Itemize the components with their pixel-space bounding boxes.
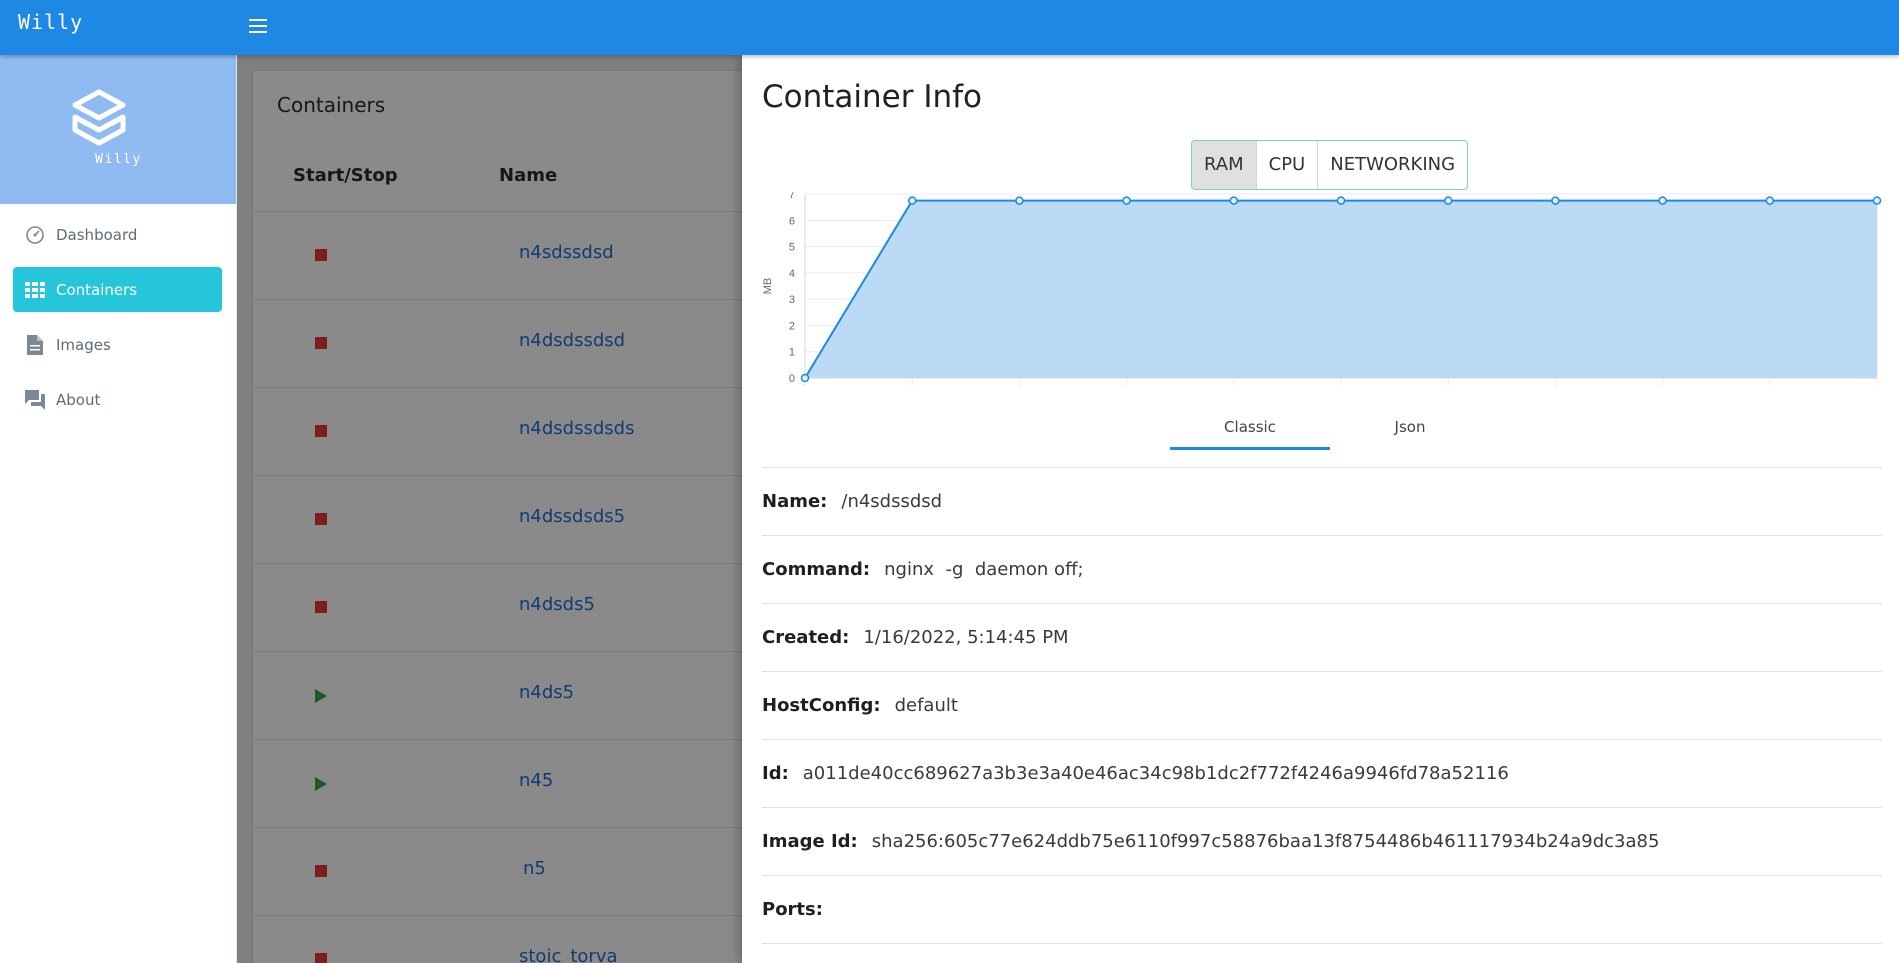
menu-icon[interactable] <box>246 14 270 38</box>
info-row-name: Name: /n4sdssdsd <box>762 468 1882 536</box>
toggle-networking[interactable]: NETWORKING <box>1318 141 1467 189</box>
sidebar-item-label: About <box>56 390 101 409</box>
data-point <box>1551 196 1560 205</box>
tab-classic[interactable]: Classic <box>1170 418 1330 450</box>
info-label: HostConfig: <box>762 695 881 716</box>
info-label: Created: <box>762 627 850 648</box>
info-value: /n4sdssdsd <box>841 491 943 512</box>
sidebar: Willy Dashboard Containers Images About <box>0 55 237 963</box>
file-icon <box>24 334 46 356</box>
y-axis-label: MB <box>762 278 774 295</box>
modal-backdrop[interactable] <box>237 55 742 963</box>
sidebar-item-about[interactable]: About <box>13 377 222 422</box>
y-tick-label: 7 <box>789 192 795 201</box>
sidebar-item-images[interactable]: Images <box>13 322 222 367</box>
info-row-created: Created: 1/16/2022, 5:14:45 PM <box>762 604 1882 672</box>
info-label: Id: <box>762 763 789 784</box>
info-label: Image Id: <box>762 831 858 852</box>
data-point <box>907 196 917 205</box>
data-point <box>1872 196 1882 205</box>
data-point <box>1015 196 1024 205</box>
data-point <box>1443 196 1453 205</box>
chat-icon <box>24 389 46 411</box>
info-value: sha256:605c77e624ddb75e6110f997c58876baa… <box>871 831 1660 852</box>
data-point <box>800 373 810 383</box>
sidebar-item-containers[interactable]: Containers <box>13 267 222 312</box>
data-point <box>1658 196 1667 205</box>
dashboard-icon <box>24 224 46 246</box>
info-label: Ports: <box>762 899 823 920</box>
info-label: Name: <box>762 491 828 512</box>
info-value: 1/16/2022, 5:14:45 PM <box>863 627 1069 648</box>
sidebar-item-label: Images <box>56 335 111 354</box>
y-tick-label: 4 <box>789 268 795 280</box>
toggle-cpu[interactable]: CPU <box>1257 141 1319 189</box>
info-value: nginx -g daemon off; <box>884 559 1084 580</box>
info-row-image-id: Image Id: sha256:605c77e624ddb75e6110f99… <box>762 808 1882 876</box>
data-point <box>1122 196 1131 205</box>
drawer-title: Container Info <box>762 79 983 115</box>
top-app-bar: Willy <box>0 0 1899 55</box>
y-tick-label: 3 <box>789 294 795 306</box>
info-row-command: Command: nginx -g daemon off; <box>762 536 1882 604</box>
info-row-hostconfig: HostConfig: default <box>762 672 1882 740</box>
sidebar-item-label: Dashboard <box>56 225 138 244</box>
series-area <box>805 200 1877 378</box>
info-value: a011de40cc689627a3b3e3a40e46ac34c98b1dc2… <box>802 763 1509 784</box>
y-tick-label: 1 <box>789 347 795 359</box>
y-tick-label: 0 <box>789 373 795 385</box>
info-value: default <box>894 695 958 716</box>
data-point <box>1336 196 1346 205</box>
container-info-drawer: Container Info RAM CPU NETWORKING 0 1 2 3 4 5… <box>742 55 1899 963</box>
data-point <box>1229 196 1239 205</box>
y-tick-label: 6 <box>789 215 795 227</box>
metric-toggle-group: RAM CPU NETWORKING <box>1191 140 1469 190</box>
tab-json[interactable]: Json <box>1330 418 1490 448</box>
y-tick-label: 5 <box>789 242 795 254</box>
ram-chart: 0 1 2 3 4 5 6 7 MB <box>762 192 1882 386</box>
sidebar-item-label: Containers <box>56 280 138 299</box>
sidebar-item-dashboard[interactable]: Dashboard <box>13 212 222 257</box>
info-row-id: Id: a011de40cc689627a3b3e3a40e46ac34c98b… <box>762 740 1882 808</box>
data-point <box>1765 196 1775 205</box>
brand-header: Willy <box>0 55 236 204</box>
y-tick-label: 2 <box>789 320 795 332</box>
brand-name: Willy <box>95 152 142 167</box>
info-row-ports: Ports: <box>762 876 1882 944</box>
app-title: Willy <box>18 10 84 34</box>
toggle-ram[interactable]: RAM <box>1192 141 1257 189</box>
info-label: Command: <box>762 559 871 580</box>
logo-icon <box>72 89 126 146</box>
grid-icon <box>24 279 46 301</box>
